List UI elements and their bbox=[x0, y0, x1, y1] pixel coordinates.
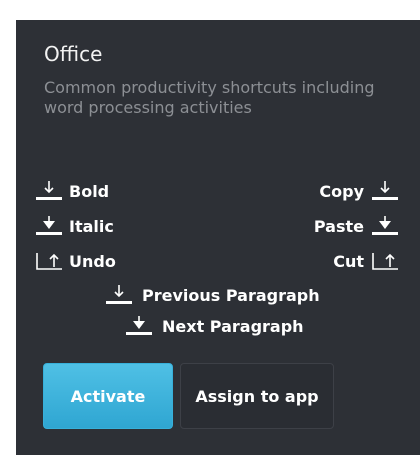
shortcut-copy: Copy bbox=[319, 178, 400, 204]
swipe-down-one-icon bbox=[34, 178, 64, 204]
swipe-corner-up-icon bbox=[34, 248, 64, 274]
profile-title: Office bbox=[44, 42, 103, 66]
shortcut-label: Paste bbox=[313, 216, 364, 236]
shortcut-previous-paragraph: Previous Paragraph bbox=[104, 282, 320, 308]
shortcut-label: Next Paragraph bbox=[162, 316, 304, 336]
swipe-down-two-icon bbox=[370, 213, 400, 239]
shortcut-cut: Cut bbox=[333, 248, 400, 274]
shortcut-label: Bold bbox=[69, 181, 110, 201]
assign-to-app-button[interactable]: Assign to app bbox=[180, 363, 334, 429]
shortcut-italic: Italic bbox=[34, 213, 114, 239]
shortcut-label: Cut bbox=[333, 251, 364, 271]
activate-button[interactable]: Activate bbox=[43, 363, 173, 429]
shortcut-label: Undo bbox=[69, 251, 116, 271]
shortcut-label: Copy bbox=[319, 181, 364, 201]
swipe-down-one-icon bbox=[104, 282, 134, 308]
swipe-down-two-icon bbox=[124, 313, 154, 339]
swipe-corner-up-icon bbox=[370, 248, 400, 274]
profile-description: Common productivity shortcuts including … bbox=[44, 78, 375, 117]
swipe-down-two-icon bbox=[34, 213, 64, 239]
swipe-down-one-icon bbox=[370, 178, 400, 204]
shortcut-next-paragraph: Next Paragraph bbox=[124, 313, 304, 339]
shortcut-label: Italic bbox=[69, 216, 114, 236]
shortcut-paste: Paste bbox=[314, 213, 400, 239]
shortcut-undo: Undo bbox=[34, 248, 116, 274]
profile-card: Office Common productivity shortcuts inc… bbox=[16, 20, 420, 455]
shortcut-bold: Bold bbox=[34, 178, 109, 204]
shortcut-label: Previous Paragraph bbox=[142, 285, 320, 305]
